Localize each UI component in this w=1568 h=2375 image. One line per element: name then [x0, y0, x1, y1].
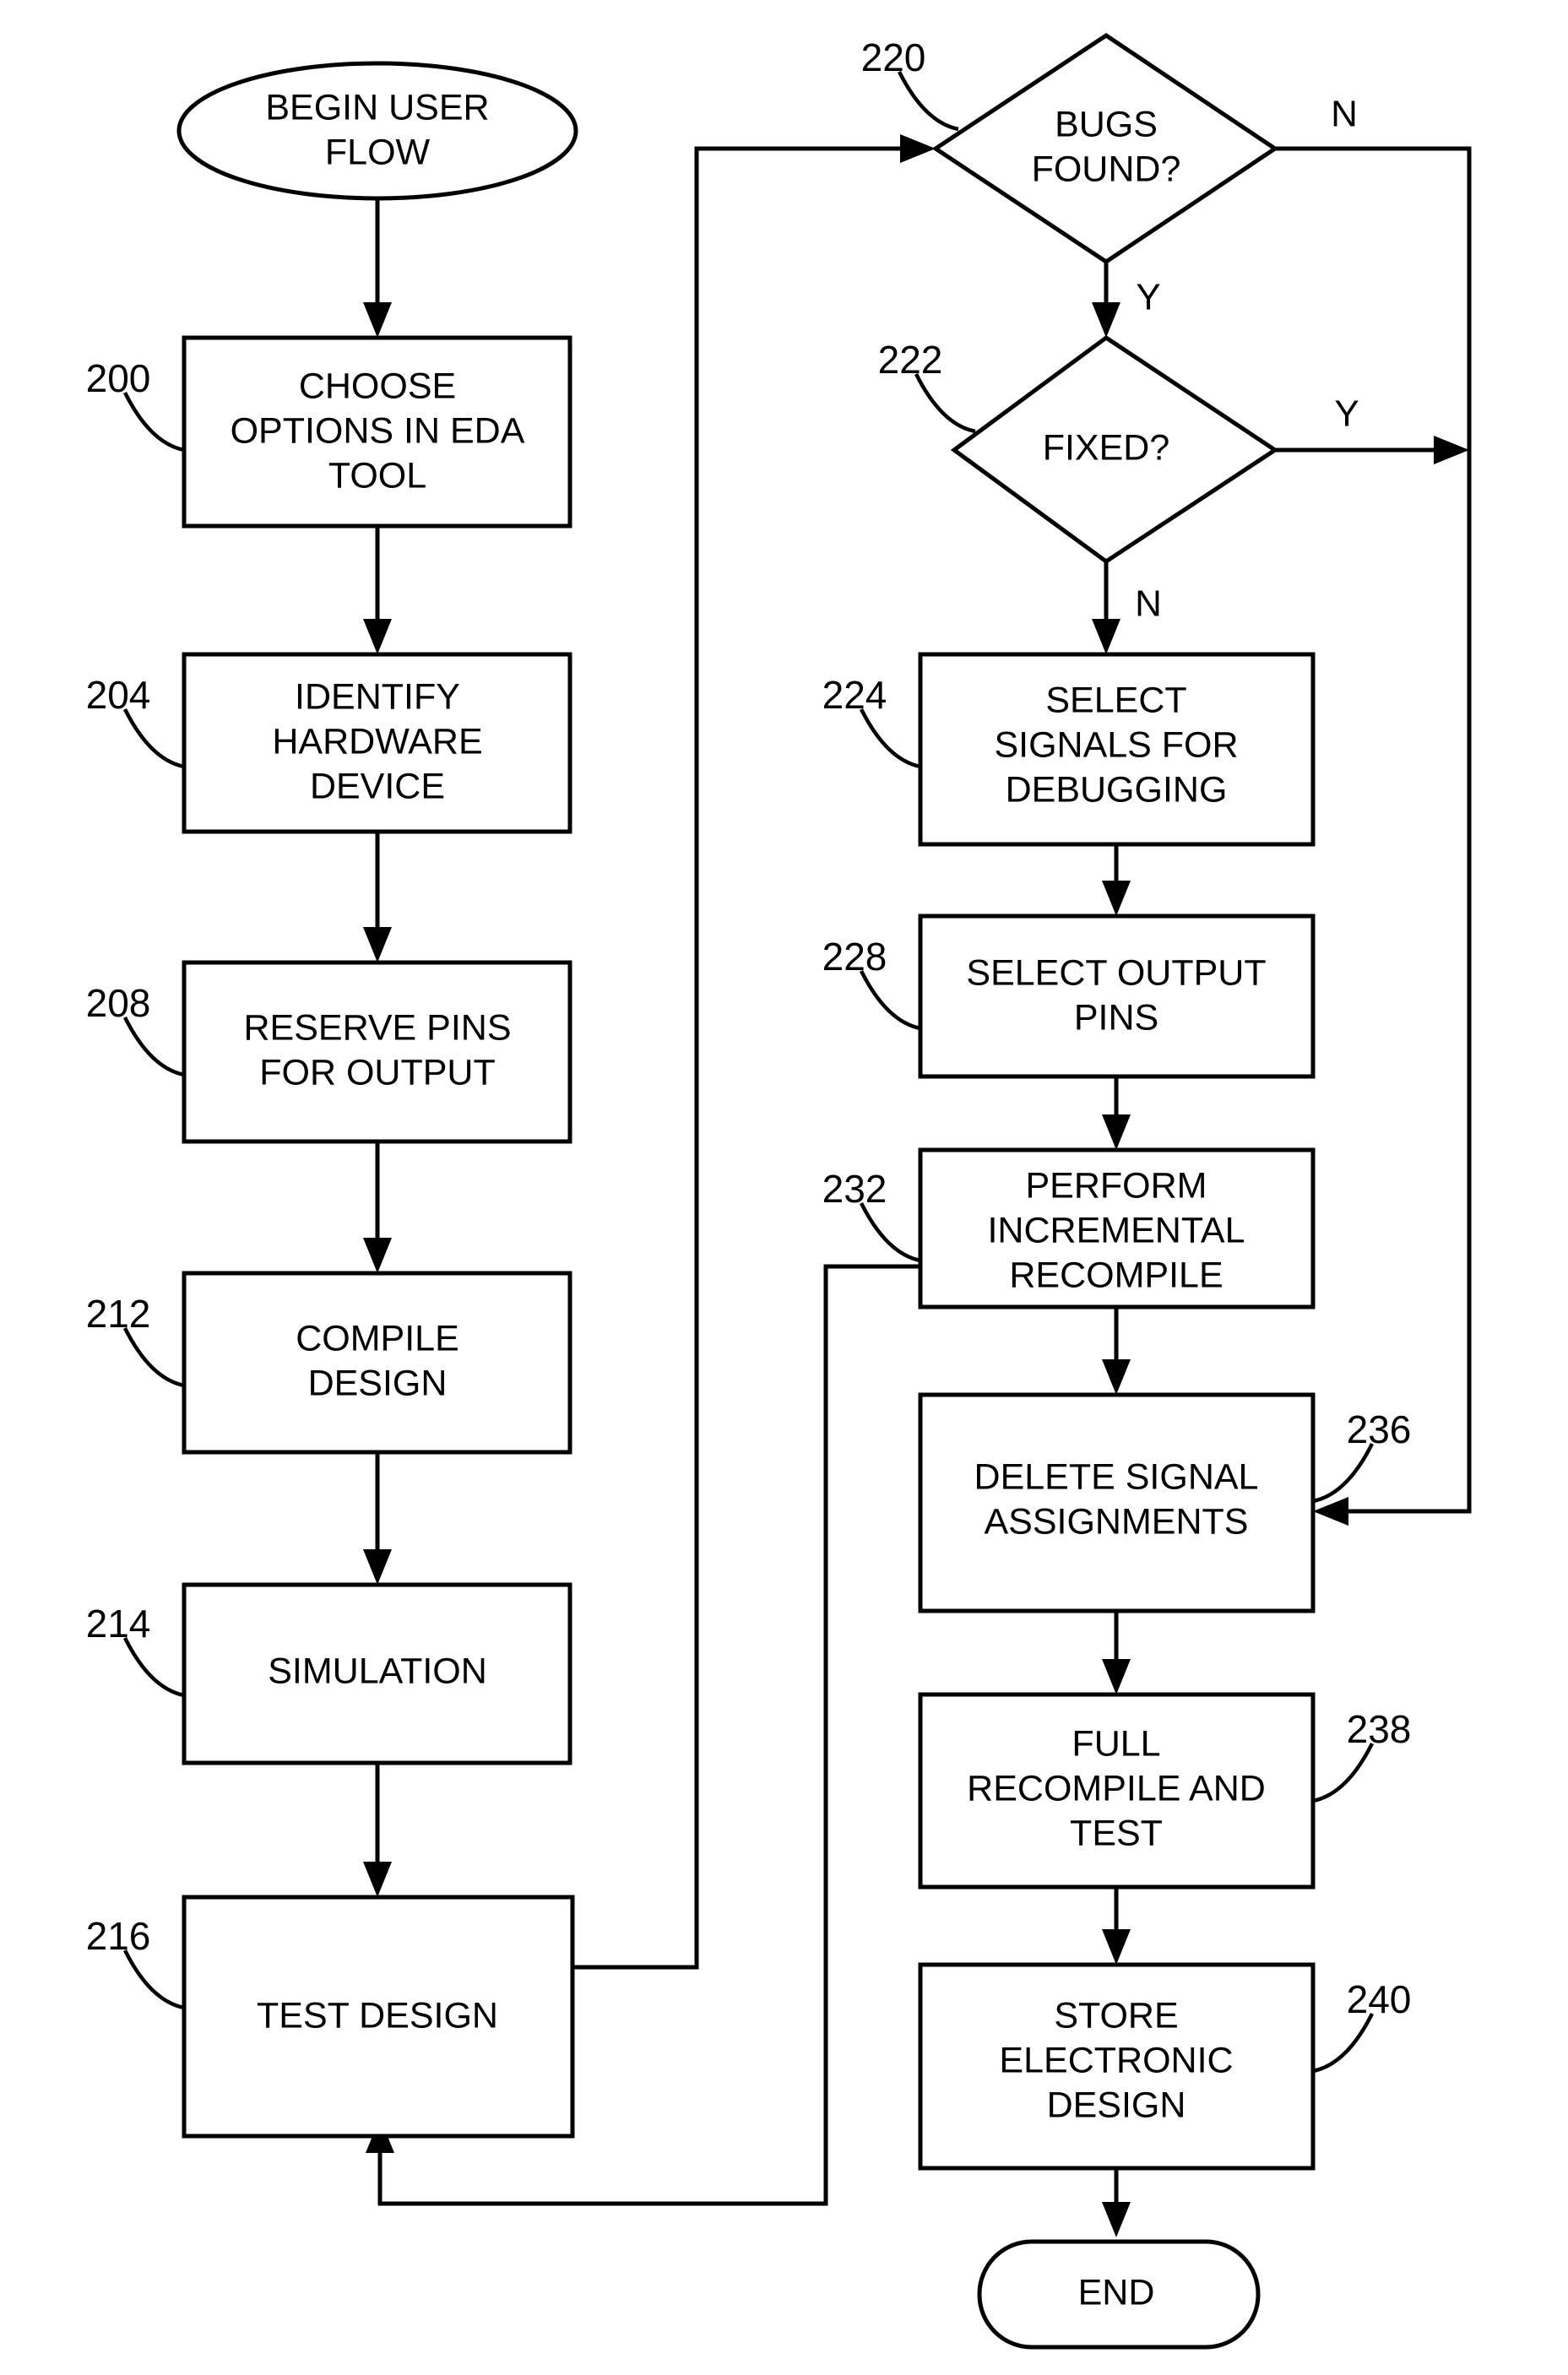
node-222-line-1: FIXED?	[1043, 427, 1170, 468]
node-232-line-2: INCREMENTAL	[987, 1210, 1245, 1250]
ref-216: 216	[86, 1914, 151, 1958]
leader-220	[897, 70, 959, 132]
node-220-line-2: FOUND?	[1032, 149, 1181, 189]
node-214-line-1: SIMULATION	[268, 1651, 487, 1691]
ref-232: 232	[822, 1167, 887, 1211]
leader-212	[122, 1326, 185, 1388]
ref-208: 208	[86, 981, 151, 1025]
node-begin-line-1: BEGIN USER	[265, 87, 489, 127]
ref-204: 204	[86, 673, 151, 717]
node-228-select-output-pins[interactable]	[918, 914, 1316, 1079]
edge-216-to-220	[572, 146, 916, 1970]
leader-204	[122, 708, 185, 769]
arrowhead-236-to-238	[1102, 1659, 1131, 1694]
arrowhead-208-to-212	[363, 1238, 392, 1273]
node-228-line-1: SELECT OUTPUT	[966, 952, 1266, 993]
node-204-line-1: IDENTIFY	[295, 676, 460, 717]
node-200-line-1: CHOOSE	[299, 366, 456, 406]
branch-label-fixed-yes: Y	[1334, 393, 1359, 435]
arrowhead-200-to-204	[363, 619, 392, 654]
leader-232	[859, 1201, 921, 1263]
branch-label-bugs-found-yes: Y	[1136, 277, 1160, 318]
node-208-line-2: FOR OUTPUT	[259, 1052, 495, 1093]
node-238-line-2: RECOMPILE AND	[967, 1768, 1266, 1808]
flowchart-svg: BEGIN USER FLOW CHOOSE OPTIONS IN EDA TO…	[86, 32, 1472, 2350]
leader-240	[1312, 2012, 1375, 2074]
leader-238	[1312, 1742, 1375, 1803]
branch-label-bugs-found-no: N	[1331, 94, 1358, 135]
arrowhead-228-to-232	[1102, 1114, 1131, 1150]
branch-label-fixed-no: N	[1135, 583, 1162, 625]
node-212-line-2: DESIGN	[308, 1363, 448, 1403]
leader-236	[1312, 1442, 1375, 1504]
leader-222	[914, 372, 976, 434]
node-232-line-1: PERFORM	[1026, 1165, 1207, 1206]
node-240-line-2: ELECTRONIC	[999, 2040, 1233, 2080]
node-204-line-3: DEVICE	[310, 766, 445, 806]
node-224-line-3: DEBUGGING	[1006, 769, 1228, 810]
arrowhead-232-to-236	[1102, 1359, 1131, 1395]
leader-228	[859, 969, 921, 1031]
ref-240: 240	[1347, 1977, 1412, 2021]
arrowhead-240-to-end	[1102, 2202, 1131, 2237]
ref-236: 236	[1347, 1407, 1412, 1451]
node-begin-user-flow[interactable]	[176, 61, 578, 201]
leader-200	[122, 391, 185, 453]
ref-214: 214	[86, 1602, 151, 1646]
ref-200: 200	[86, 356, 151, 400]
ref-222: 222	[878, 338, 943, 382]
node-236-line-2: ASSIGNMENTS	[985, 1501, 1249, 1542]
leader-224	[859, 708, 921, 769]
ref-238: 238	[1347, 1707, 1412, 1751]
leader-208	[122, 1016, 185, 1077]
flowchart-canvas: BEGIN USER FLOW CHOOSE OPTIONS IN EDA TO…	[0, 0, 1568, 2375]
arrowhead-222N-to-224	[1092, 619, 1120, 654]
leader-214	[122, 1636, 185, 1698]
node-end-line-1: END	[1078, 2272, 1155, 2313]
node-228-line-2: PINS	[1074, 997, 1158, 1038]
node-236-line-1: DELETE SIGNAL	[974, 1456, 1259, 1497]
arrowhead-224-to-228	[1102, 881, 1131, 916]
node-200-line-3: TOOL	[328, 455, 426, 496]
node-220-line-1: BUGS	[1055, 104, 1158, 144]
arrowhead-238-to-240	[1102, 1929, 1131, 1965]
node-212-line-1: COMPILE	[296, 1318, 459, 1358]
node-240-line-3: DESIGN	[1047, 2085, 1186, 2125]
node-232-line-3: RECOMPILE	[1009, 1255, 1223, 1295]
node-208-line-1: RESERVE PINS	[243, 1007, 511, 1048]
node-216-line-1: TEST DESIGN	[257, 1995, 498, 2036]
ref-228: 228	[822, 935, 887, 979]
arrowhead-begin-to-200	[363, 302, 392, 338]
arrowhead-216-to-220	[900, 134, 936, 163]
node-240-line-1: STORE	[1054, 1995, 1178, 2036]
node-224-line-1: SELECT	[1045, 680, 1186, 720]
leader-216	[122, 1949, 185, 2010]
ref-220: 220	[861, 35, 926, 79]
arrowhead-214-to-216	[363, 1862, 392, 1897]
node-204-line-2: HARDWARE	[272, 721, 482, 762]
node-238-line-3: TEST	[1070, 1813, 1163, 1853]
ref-224: 224	[822, 673, 887, 717]
arrowhead-204-to-208	[363, 927, 392, 962]
arrowhead-212-to-214	[363, 1549, 392, 1585]
arrowhead-222Y-to-bus	[1434, 436, 1469, 464]
node-200-line-2: OPTIONS IN EDA	[231, 410, 525, 451]
node-begin-line-2: FLOW	[325, 132, 431, 172]
ref-212: 212	[86, 1292, 151, 1336]
node-224-line-2: SIGNALS FOR	[994, 724, 1238, 765]
node-238-line-1: FULL	[1072, 1723, 1160, 1764]
arrowhead-220Y-to-222	[1092, 302, 1120, 338]
